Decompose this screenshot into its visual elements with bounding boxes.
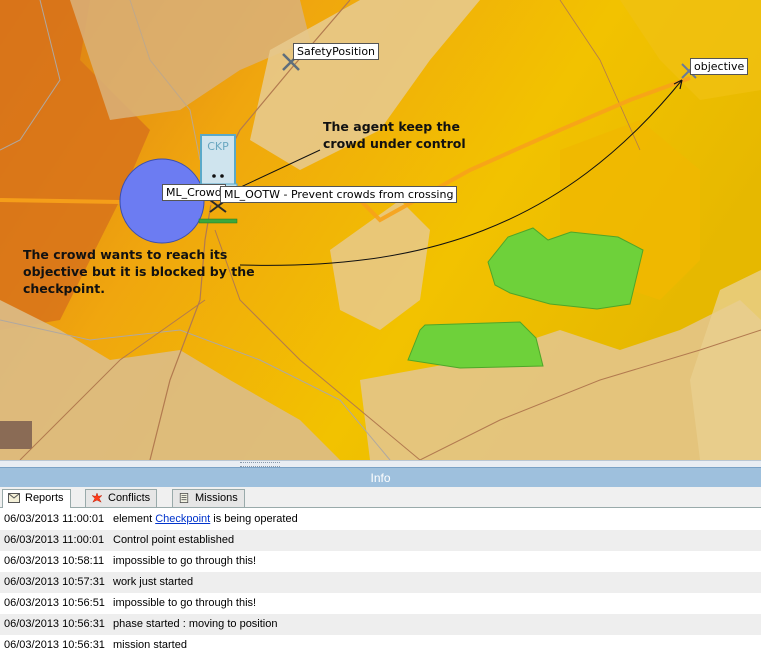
- report-message-text: element: [113, 513, 156, 525]
- objective-label[interactable]: objective: [690, 58, 749, 75]
- tab-label: Missions: [195, 492, 238, 504]
- map-view[interactable]: CKP SafetyPosition objective ML_Crowd ML…: [0, 0, 761, 460]
- agent-annotation-line: The agent keep the: [323, 119, 460, 134]
- table-row[interactable]: 06/03/2013 11:00:01 element Checkpoint i…: [0, 509, 761, 530]
- crowd-annotation-line: The crowd wants to reach its: [23, 247, 228, 262]
- crowd-annotation-line: checkpoint.: [23, 281, 105, 296]
- report-message: impossible to go through this!: [113, 597, 257, 609]
- checkpoint-link[interactable]: Checkpoint: [155, 513, 210, 525]
- report-message: impossible to go through this!: [113, 555, 257, 567]
- table-row[interactable]: 06/03/2013 10:56:51 impossible to go thr…: [0, 593, 761, 614]
- report-time: 06/03/2013 11:00:01: [4, 534, 105, 546]
- tab-label: Reports: [25, 492, 64, 504]
- info-tabs: Reports Conflicts Missions: [0, 487, 761, 508]
- agent-annotation-line: crowd under control: [323, 136, 466, 151]
- agent-annotation: The agent keep the crowd under control: [323, 118, 466, 152]
- tab-reports[interactable]: Reports: [2, 489, 71, 508]
- reports-log[interactable]: 06/03/2013 11:00:01 element Checkpoint i…: [0, 508, 761, 664]
- report-message: element Checkpoint is being operated: [113, 509, 298, 530]
- report-time: 06/03/2013 11:00:01: [4, 513, 105, 525]
- table-row[interactable]: 06/03/2013 10:56:31 phase started : movi…: [0, 614, 761, 635]
- svg-text:CKP: CKP: [207, 140, 229, 153]
- explosion-icon: [91, 493, 103, 503]
- report-message: Control point established: [113, 534, 235, 546]
- table-row[interactable]: 06/03/2013 10:57:31 work just started: [0, 572, 761, 593]
- tab-label: Conflicts: [108, 492, 151, 504]
- info-panel-title: Info: [0, 467, 761, 488]
- tab-missions[interactable]: Missions: [172, 489, 245, 507]
- report-message: mission started: [113, 639, 187, 651]
- report-time: 06/03/2013 10:56:31: [4, 618, 105, 630]
- crowd-annotation-line: objective but it is blocked by the: [23, 264, 255, 279]
- report-time: 06/03/2013 10:57:31: [4, 576, 105, 588]
- report-time: 06/03/2013 10:56:51: [4, 597, 105, 609]
- terrain-map: CKP: [0, 0, 761, 460]
- crowd-label[interactable]: ML_Crowd: [162, 184, 226, 201]
- report-message-text: is being operated: [210, 513, 298, 525]
- ootw-mission-label[interactable]: ML_OOTW - Prevent crowds from crossing: [220, 186, 458, 203]
- envelope-icon: [8, 493, 20, 503]
- report-message: work just started: [113, 576, 194, 588]
- forest-area: [407, 321, 544, 369]
- report-time: 06/03/2013 10:56:31: [4, 639, 105, 651]
- safety-position-label[interactable]: SafetyPosition: [293, 43, 380, 60]
- report-message: phase started : moving to position: [113, 618, 278, 630]
- document-icon: [179, 493, 189, 503]
- crowd-unit[interactable]: [119, 158, 205, 244]
- report-time: 06/03/2013 10:58:11: [4, 555, 105, 567]
- table-row[interactable]: 06/03/2013 10:56:31 mission started: [0, 635, 761, 656]
- table-row[interactable]: 06/03/2013 10:58:11 impossible to go thr…: [0, 551, 761, 572]
- tab-conflicts[interactable]: Conflicts: [85, 489, 158, 507]
- crowd-annotation: The crowd wants to reach its objective b…: [23, 246, 255, 297]
- table-row[interactable]: 06/03/2013 11:00:01 Control point establ…: [0, 530, 761, 551]
